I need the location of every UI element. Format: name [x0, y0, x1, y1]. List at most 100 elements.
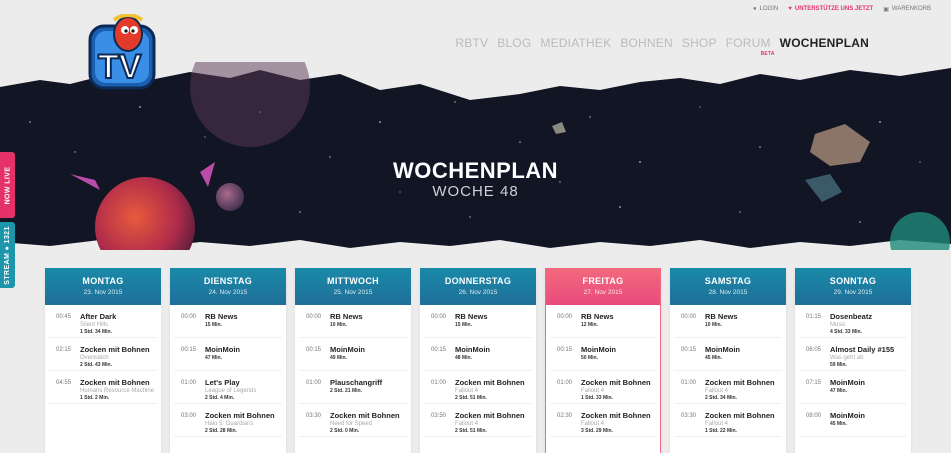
nav-item-bohnen[interactable]: BOHNEN	[620, 36, 673, 50]
event-duration: 59 Min.	[830, 362, 847, 368]
day-column-mittwoch: MITTWOCH 25. Nov 2015 00:00 RB News 10 Min. 0…	[295, 268, 411, 453]
event-title: Zocken mit Bohnen	[455, 378, 525, 387]
event-title: Zocken mit Bohnen	[705, 411, 775, 420]
schedule-event[interactable]: 01:00 Zocken mit Bohnen Fallout 41 Std. 33…	[550, 371, 656, 404]
day-header[interactable]: MITTWOCH 25. Nov 2015	[295, 268, 411, 305]
schedule-event[interactable]: 03:50 Zocken mit Bohnen Fallout 42 Std. 51…	[424, 404, 532, 437]
event-title: Zocken mit Bohnen	[581, 411, 651, 420]
event-title: RB News	[205, 312, 238, 321]
schedule-event[interactable]: 01:00 Zocken mit Bohnen Fallout 42 Std. 34…	[674, 371, 782, 404]
cart-label: WARENKORB	[891, 6, 931, 12]
schedule-event[interactable]: 00:00 RB News 12 Min.	[550, 305, 656, 338]
event-duration: 3 Std. 29 Min.	[581, 428, 613, 434]
schedule-event[interactable]: 00:00 RB News 10 Min.	[674, 305, 782, 338]
nav-item-forum[interactable]: FORUM BETA	[726, 36, 775, 57]
support-link[interactable]: ♥ UNTERSTÜTZE UNS JETZT	[788, 6, 873, 12]
schedule-event[interactable]: 08:00 MoinMoin 45 Min.	[799, 404, 907, 437]
day-column-montag: MONTAG 23. Nov 2015 00:45 After Dark Silent …	[45, 268, 161, 453]
event-title: Let's Play	[205, 378, 240, 387]
logo-text: TV	[98, 48, 142, 86]
schedule-event[interactable]: 00:15 MoinMoin 45 Min.	[674, 338, 782, 371]
user-icon: ●	[753, 6, 757, 12]
event-duration: 2 Std. 4 Min.	[205, 395, 235, 401]
event-time: 01:00	[181, 380, 197, 386]
day-header[interactable]: DIENSTAG 24. Nov 2015	[170, 268, 286, 305]
schedule-event[interactable]: 02:15 Zocken mit Bohnen Overwatch 2 Std. 43…	[49, 338, 157, 371]
schedule-event[interactable]: 00:45 After Dark Silent Hills 1 Std. 34 Min…	[49, 305, 157, 338]
event-title: MoinMoin	[455, 345, 490, 354]
event-duration: 2 Std. 0 Min.	[330, 428, 360, 434]
day-name: FREITAG	[582, 276, 624, 286]
event-time: 03:30	[681, 413, 697, 419]
event-game: Fallout 4	[581, 388, 605, 394]
event-duration: 47 Min.	[830, 388, 847, 394]
event-game: Fallout 4	[705, 421, 729, 427]
schedule-event[interactable]: 01:15 Dosenbeatz Music 4 Std. 33 Min.	[799, 305, 907, 338]
schedule-event[interactable]: 04:55 Zocken mit Bohnen Humans Resource Ma…	[49, 371, 157, 404]
day-date: 24. Nov 2015	[208, 289, 248, 296]
day-name: DIENSTAG	[203, 276, 253, 286]
day-header[interactable]: SONNTAG 29. Nov 2015	[795, 268, 911, 305]
schedule-event[interactable]: 07:15 MoinMoin 47 Min.	[799, 371, 907, 404]
schedule-event[interactable]: 00:00 RB News 15 Min.	[424, 305, 532, 338]
support-label: UNTERSTÜTZE UNS JETZT	[794, 6, 874, 12]
login-label: LOGIN	[759, 6, 779, 12]
event-game: Was geht ab	[830, 355, 864, 361]
schedule-event[interactable]: 03:30 Zocken mit Bohnen Need for Speed 2 St…	[299, 404, 407, 437]
event-title: Zocken mit Bohnen	[80, 345, 150, 354]
event-time: 01:00	[681, 380, 697, 386]
event-duration: 10 Min.	[330, 322, 347, 328]
schedule-event[interactable]: 00:00 RB News 10 Min.	[299, 305, 407, 338]
stream-tab[interactable]: STREAM ● 1321	[0, 222, 15, 288]
cart-link[interactable]: ▣ WARENKORB	[883, 6, 931, 13]
schedule-event[interactable]: 02:30 Zocken mit Bohnen Fallout 43 Std. 29…	[550, 404, 656, 437]
day-header[interactable]: DONNERSTAG 26. Nov 2015	[420, 268, 536, 305]
schedule-event[interactable]: 00:15 MoinMoin 50 Min.	[550, 338, 656, 371]
event-time: 03:00	[181, 413, 197, 419]
schedule-event[interactable]: 00:15 MoinMoin 48 Min.	[424, 338, 532, 371]
schedule-event[interactable]: 03:30 Zocken mit Bohnen Fallout 41 Std. 22…	[674, 404, 782, 437]
event-time: 00:15	[557, 347, 573, 353]
day-header[interactable]: SAMSTAG 28. Nov 2015	[670, 268, 786, 305]
day-header[interactable]: MONTAG 23. Nov 2015	[45, 268, 161, 305]
schedule-event[interactable]: 01:00 Let's Play League of Legends 2 Std. 4…	[174, 371, 282, 404]
nav-item-mediathek[interactable]: MEDIATHEK	[540, 36, 611, 50]
event-title: After Dark	[80, 312, 117, 321]
nav-item-wochenplan[interactable]: WOCHENPLAN	[780, 36, 869, 50]
schedule-event[interactable]: 00:15 MoinMoin 47 Min.	[174, 338, 282, 371]
nav-item-rbtv[interactable]: RBTV	[455, 36, 488, 50]
schedule-event[interactable]: 00:15 MoinMoin 49 Min.	[299, 338, 407, 371]
event-time: 00:00	[431, 314, 447, 320]
event-title: RB News	[581, 312, 614, 321]
event-title: RB News	[330, 312, 363, 321]
day-header[interactable]: FREITAG 27. Nov 2015	[546, 268, 660, 305]
event-duration: 12 Min.	[581, 322, 598, 328]
schedule-event[interactable]: 06:05 Almost Daily #155 Was geht ab 59 Min.	[799, 338, 907, 371]
schedule-event[interactable]: 03:00 Zocken mit Bohnen Halo 5: Guardians 2…	[174, 404, 282, 437]
cart-icon: ▣	[883, 6, 889, 13]
schedule-event[interactable]: 01:00 Plauschangriff 2 Std. 21 Min.	[299, 371, 407, 404]
day-name: MONTAG	[82, 276, 124, 286]
event-title: MoinMoin	[581, 345, 616, 354]
main-nav: RBTV BLOG MEDIATHEK BOHNEN SHOP FORUM BE…	[455, 36, 869, 57]
event-duration: 2 Std. 34 Min.	[705, 395, 737, 401]
now-live-tab[interactable]: NOW LIVE	[0, 152, 15, 218]
event-title: RB News	[705, 312, 738, 321]
event-title: MoinMoin	[830, 411, 865, 420]
event-duration: 2 Std. 21 Min.	[330, 388, 362, 394]
hero-title: WOCHENPLAN	[392, 158, 559, 183]
event-game: Fallout 4	[581, 421, 605, 427]
login-link[interactable]: ● LOGIN	[753, 6, 778, 12]
schedule-event[interactable]: 00:00 RB News 15 Min.	[174, 305, 282, 338]
event-title: Almost Daily #155	[830, 345, 895, 354]
nav-item-shop[interactable]: SHOP	[682, 36, 717, 50]
event-time: 03:30	[306, 413, 322, 419]
event-time: 01:15	[806, 314, 822, 320]
event-duration: 2 Std. 28 Min.	[205, 428, 237, 434]
nav-item-blog[interactable]: BLOG	[497, 36, 531, 50]
rbtv-logo[interactable]: TV	[84, 14, 162, 94]
event-time: 01:00	[431, 380, 447, 386]
day-column-freitag: FREITAG 27. Nov 2015 00:00 RB News 12 Min. 00…	[545, 268, 661, 453]
schedule-event[interactable]: 01:00 Zocken mit Bohnen Fallout 42 Std. 51…	[424, 371, 532, 404]
event-duration: 1 Std. 22 Min.	[705, 428, 737, 434]
